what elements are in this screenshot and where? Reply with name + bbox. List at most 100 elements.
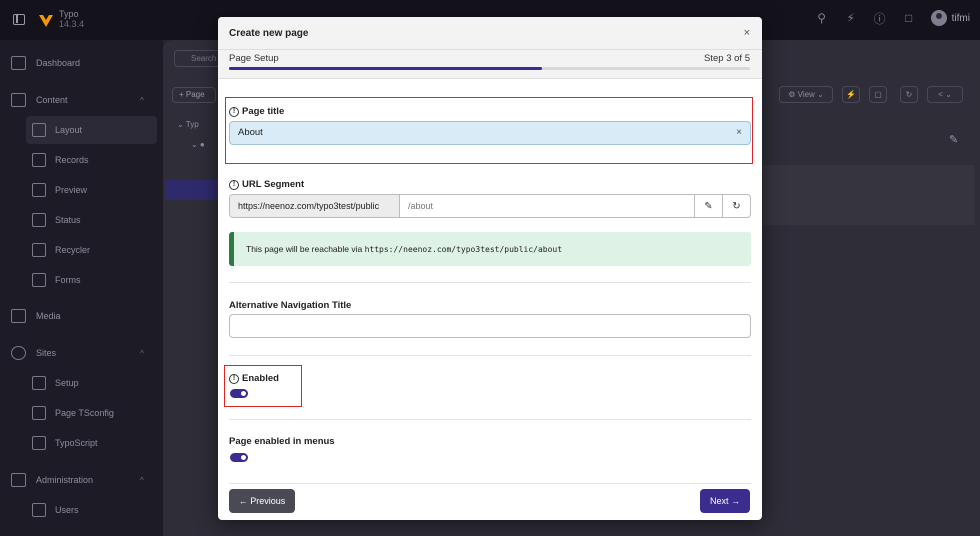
tree-root-label[interactable]: ⌄ Typ [177,120,199,129]
sidebar-item-label: Media [36,311,61,321]
info-icon: ! [229,179,239,190]
sidebar-item-label: Records [55,155,89,165]
sidebar: Dashboard Content ^ Layout Records Previ… [0,40,163,536]
divider [229,419,751,420]
sidebar-toggle-icon[interactable] [13,14,25,25]
sidebar-item-layout[interactable]: Layout [26,116,157,144]
step-count: Step 3 of 5 [704,53,750,64]
url-prefix: https://neenoz.com/typo3test/public [230,195,400,217]
sidebar-item-records[interactable]: Records [0,146,163,174]
dashboard-icon [11,56,26,70]
content-card [763,165,975,225]
previous-button[interactable]: ← Previous [229,489,295,513]
chevron-up-icon[interactable]: ^ [140,349,144,358]
sidebar-item-preview[interactable]: Preview [0,176,163,204]
menus-toggle[interactable] [230,453,248,462]
bookmark-icon[interactable]: □ [902,11,916,25]
wizard-progress: Page Setup Step 3 of 5 [218,50,762,79]
divider [229,282,751,283]
page-title-highlight [225,97,753,164]
url-segment-group: https://neenoz.com/typo3test/public /abo… [229,194,751,218]
menus-label-text: Page enabled in menus [229,436,335,447]
sidebar-item-label: Content [36,95,68,105]
tree-selected-row[interactable] [165,180,225,200]
recalculate-icon[interactable]: ↻ [722,195,750,217]
flash-button-icon[interactable]: ⚡ [842,86,860,103]
sidebar-item-administration[interactable]: Administration ^ [0,466,163,494]
sidebar-item-sites[interactable]: Sites ^ [0,339,163,367]
tree-node[interactable]: ⌄ ● [191,140,205,149]
step-label: Page Setup [229,53,279,64]
users-icon [32,503,46,517]
sidebar-item-label: Page TSconfig [55,408,114,418]
info-icon[interactable]: ⓘ [873,11,887,26]
progress-track [229,67,750,70]
sidebar-item-status[interactable]: Status [0,206,163,234]
typo3-logo-icon [39,15,53,27]
typoscript-icon [32,436,46,450]
divider [229,483,751,484]
new-page-button[interactable]: + Page [172,87,216,103]
sidebar-item-label: Dashboard [36,58,81,68]
setup-icon [32,376,46,390]
sidebar-item-label: Forms [55,275,81,285]
menus-label: Page enabled in menus [229,436,335,447]
view-button-label: View [797,90,815,99]
sidebar-item-content[interactable]: Content ^ [0,86,163,114]
url-info-callout: This page will be reachable via https://… [229,232,751,266]
sites-icon [11,346,26,360]
sidebar-item-label: Setup [55,378,79,388]
sidebar-item-label: Recycler [55,245,91,255]
sidebar-item-typoscript[interactable]: TypoScript [0,429,163,457]
layout-icon [32,123,46,137]
nav-title-input[interactable] [229,314,751,338]
sidebar-item-label: Status [55,215,81,225]
share-button-icon[interactable]: < ⌄ [927,86,963,103]
sidebar-item-setup[interactable]: Setup [0,369,163,397]
toggle-readonly-icon[interactable]: ✎ [694,195,722,217]
sidebar-item-users[interactable]: Users [0,496,163,524]
modal-title: Create new page [229,28,309,39]
edit-button-icon[interactable]: ▢ [869,86,887,103]
avatar[interactable] [930,10,947,26]
url-segment-label: ! URL Segment [229,179,304,190]
divider [229,355,751,356]
enabled-highlight [224,365,302,407]
sidebar-item-label: TypoScript [55,438,98,448]
administration-icon [11,473,26,487]
sidebar-item-page-tsconfig[interactable]: Page TSconfig [0,399,163,427]
callout-text: This page will be reachable via [246,244,365,254]
sidebar-item-label: Administration [36,475,94,485]
view-button[interactable]: ⚙ View ⌄ [779,86,833,103]
preview-icon [32,183,46,197]
search-icon[interactable]: ⚲ [815,11,829,25]
chevron-up-icon[interactable]: ^ [140,96,144,105]
version-label: 14.3.4 [59,19,85,29]
forms-icon [32,273,46,287]
user-name[interactable]: tifmi [952,13,970,24]
brand-name: Typo [59,9,79,19]
sidebar-item-forms[interactable]: Forms [0,266,163,294]
sidebar-item-recycler[interactable]: Recycler [0,236,163,264]
status-icon [32,213,46,227]
content-icon [11,93,26,107]
nav-title-label: Alternative Navigation Title [229,300,351,311]
refresh-button-icon[interactable]: ↻ [900,86,918,103]
modal-header: Create new page × [218,17,762,50]
create-page-modal: Create new page × Page Setup Step 3 of 5… [218,17,762,520]
sidebar-item-label: Sites [36,348,57,358]
flash-icon[interactable]: ⚡︎ [844,11,858,25]
chevron-up-icon[interactable]: ^ [140,476,144,485]
sidebar-item-label: Layout [55,125,83,135]
sidebar-item-dashboard[interactable]: Dashboard [0,49,163,77]
url-segment-input[interactable]: /about [400,195,694,217]
progress-fill [229,67,542,70]
sidebar-item-label: Preview [55,185,88,195]
nav-title-label-text: Alternative Navigation Title [229,300,352,311]
sidebar-item-media[interactable]: Media [0,302,163,330]
tree-root-text: Typ [185,120,199,129]
pencil-icon[interactable]: ✎ [949,133,958,146]
next-button[interactable]: Next → [700,489,750,513]
tsconfig-icon [32,406,46,420]
close-icon[interactable]: × [744,27,750,39]
